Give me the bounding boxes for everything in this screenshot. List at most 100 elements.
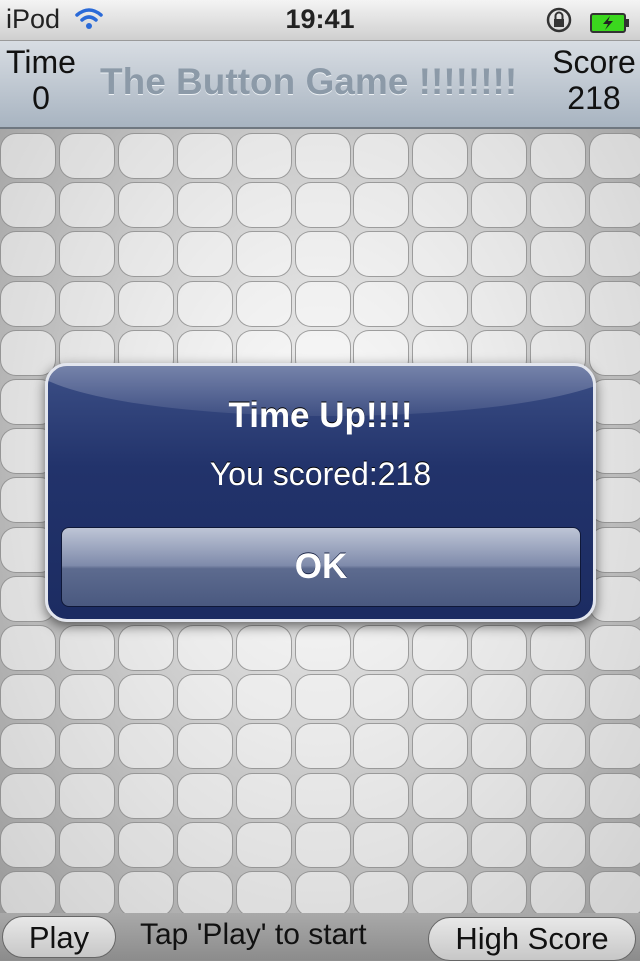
grid-button[interactable] [176, 133, 233, 179]
play-button[interactable]: Play [2, 916, 116, 958]
grid-button[interactable] [589, 871, 640, 917]
grid-button[interactable] [589, 329, 640, 376]
grid-button[interactable] [117, 674, 174, 721]
grid-button[interactable] [235, 871, 292, 917]
grid-button[interactable] [530, 625, 587, 671]
grid-button[interactable] [0, 280, 56, 327]
grid-button[interactable] [412, 280, 469, 327]
grid-button[interactable] [58, 723, 115, 770]
grid-button[interactable] [471, 133, 528, 179]
grid-button[interactable] [471, 821, 528, 868]
grid-button[interactable] [58, 871, 115, 917]
grid-button[interactable] [412, 625, 469, 671]
grid-button[interactable] [353, 772, 410, 819]
grid-button[interactable] [176, 821, 233, 868]
grid-button[interactable] [589, 772, 640, 819]
grid-button[interactable] [471, 772, 528, 819]
grid-button[interactable] [471, 674, 528, 721]
grid-button[interactable] [589, 379, 640, 425]
grid-button[interactable] [589, 723, 640, 770]
grid-button[interactable] [235, 772, 292, 819]
grid-button[interactable] [412, 231, 469, 278]
grid-button[interactable] [176, 674, 233, 721]
grid-button[interactable] [471, 231, 528, 278]
grid-button[interactable] [0, 723, 56, 770]
grid-button[interactable] [412, 674, 469, 721]
grid-button[interactable] [58, 280, 115, 327]
grid-button[interactable] [589, 428, 640, 475]
grid-button[interactable] [0, 625, 56, 671]
grid-button[interactable] [117, 231, 174, 278]
grid-button[interactable] [412, 871, 469, 917]
grid-button[interactable] [176, 280, 233, 327]
grid-button[interactable] [353, 133, 410, 179]
grid-button[interactable] [235, 674, 292, 721]
grid-button[interactable] [235, 133, 292, 179]
grid-button[interactable] [589, 280, 640, 327]
grid-button[interactable] [353, 821, 410, 868]
grid-button[interactable] [530, 231, 587, 278]
grid-button[interactable] [471, 871, 528, 917]
grid-button[interactable] [58, 231, 115, 278]
grid-button[interactable] [530, 674, 587, 721]
grid-button[interactable] [0, 182, 56, 229]
grid-button[interactable] [117, 821, 174, 868]
grid-button[interactable] [589, 526, 640, 573]
grid-button[interactable] [58, 674, 115, 721]
grid-button[interactable] [0, 871, 56, 917]
grid-button[interactable] [294, 133, 351, 179]
grid-button[interactable] [589, 575, 640, 622]
grid-button[interactable] [117, 723, 174, 770]
grid-button[interactable] [530, 723, 587, 770]
grid-button[interactable] [294, 280, 351, 327]
grid-button[interactable] [235, 821, 292, 868]
grid-button[interactable] [589, 182, 640, 229]
grid-button[interactable] [58, 133, 115, 179]
grid-button[interactable] [589, 674, 640, 721]
grid-button[interactable] [294, 821, 351, 868]
grid-button[interactable] [58, 182, 115, 229]
grid-button[interactable] [353, 625, 410, 671]
grid-button[interactable] [0, 231, 56, 278]
grid-button[interactable] [294, 625, 351, 671]
grid-button[interactable] [117, 625, 174, 671]
grid-button[interactable] [58, 772, 115, 819]
grid-button[interactable] [294, 772, 351, 819]
grid-button[interactable] [412, 723, 469, 770]
grid-button[interactable] [471, 625, 528, 671]
ok-button[interactable]: OK [61, 527, 581, 607]
grid-button[interactable] [471, 723, 528, 770]
grid-button[interactable] [235, 723, 292, 770]
grid-button[interactable] [176, 182, 233, 229]
grid-button[interactable] [117, 133, 174, 179]
grid-button[interactable] [235, 625, 292, 671]
grid-button[interactable] [353, 280, 410, 327]
grid-button[interactable] [294, 674, 351, 721]
grid-button[interactable] [471, 182, 528, 229]
grid-button[interactable] [294, 871, 351, 917]
grid-button[interactable] [471, 280, 528, 327]
grid-button[interactable] [412, 133, 469, 179]
grid-button[interactable] [176, 723, 233, 770]
grid-button[interactable] [176, 231, 233, 278]
grid-button[interactable] [117, 182, 174, 229]
grid-button[interactable] [117, 772, 174, 819]
grid-button[interactable] [294, 231, 351, 278]
grid-button[interactable] [589, 477, 640, 524]
grid-button[interactable] [58, 821, 115, 868]
grid-button[interactable] [412, 182, 469, 229]
grid-button[interactable] [589, 625, 640, 671]
grid-button[interactable] [0, 821, 56, 868]
grid-button[interactable] [235, 280, 292, 327]
grid-button[interactable] [530, 871, 587, 917]
grid-button[interactable] [58, 625, 115, 671]
grid-button[interactable] [117, 280, 174, 327]
grid-button[interactable] [530, 280, 587, 327]
grid-button[interactable] [235, 231, 292, 278]
grid-button[interactable] [530, 772, 587, 819]
grid-button[interactable] [294, 182, 351, 229]
grid-button[interactable] [176, 871, 233, 917]
grid-button[interactable] [353, 674, 410, 721]
grid-button[interactable] [353, 723, 410, 770]
high-score-button[interactable]: High Score [428, 917, 636, 961]
